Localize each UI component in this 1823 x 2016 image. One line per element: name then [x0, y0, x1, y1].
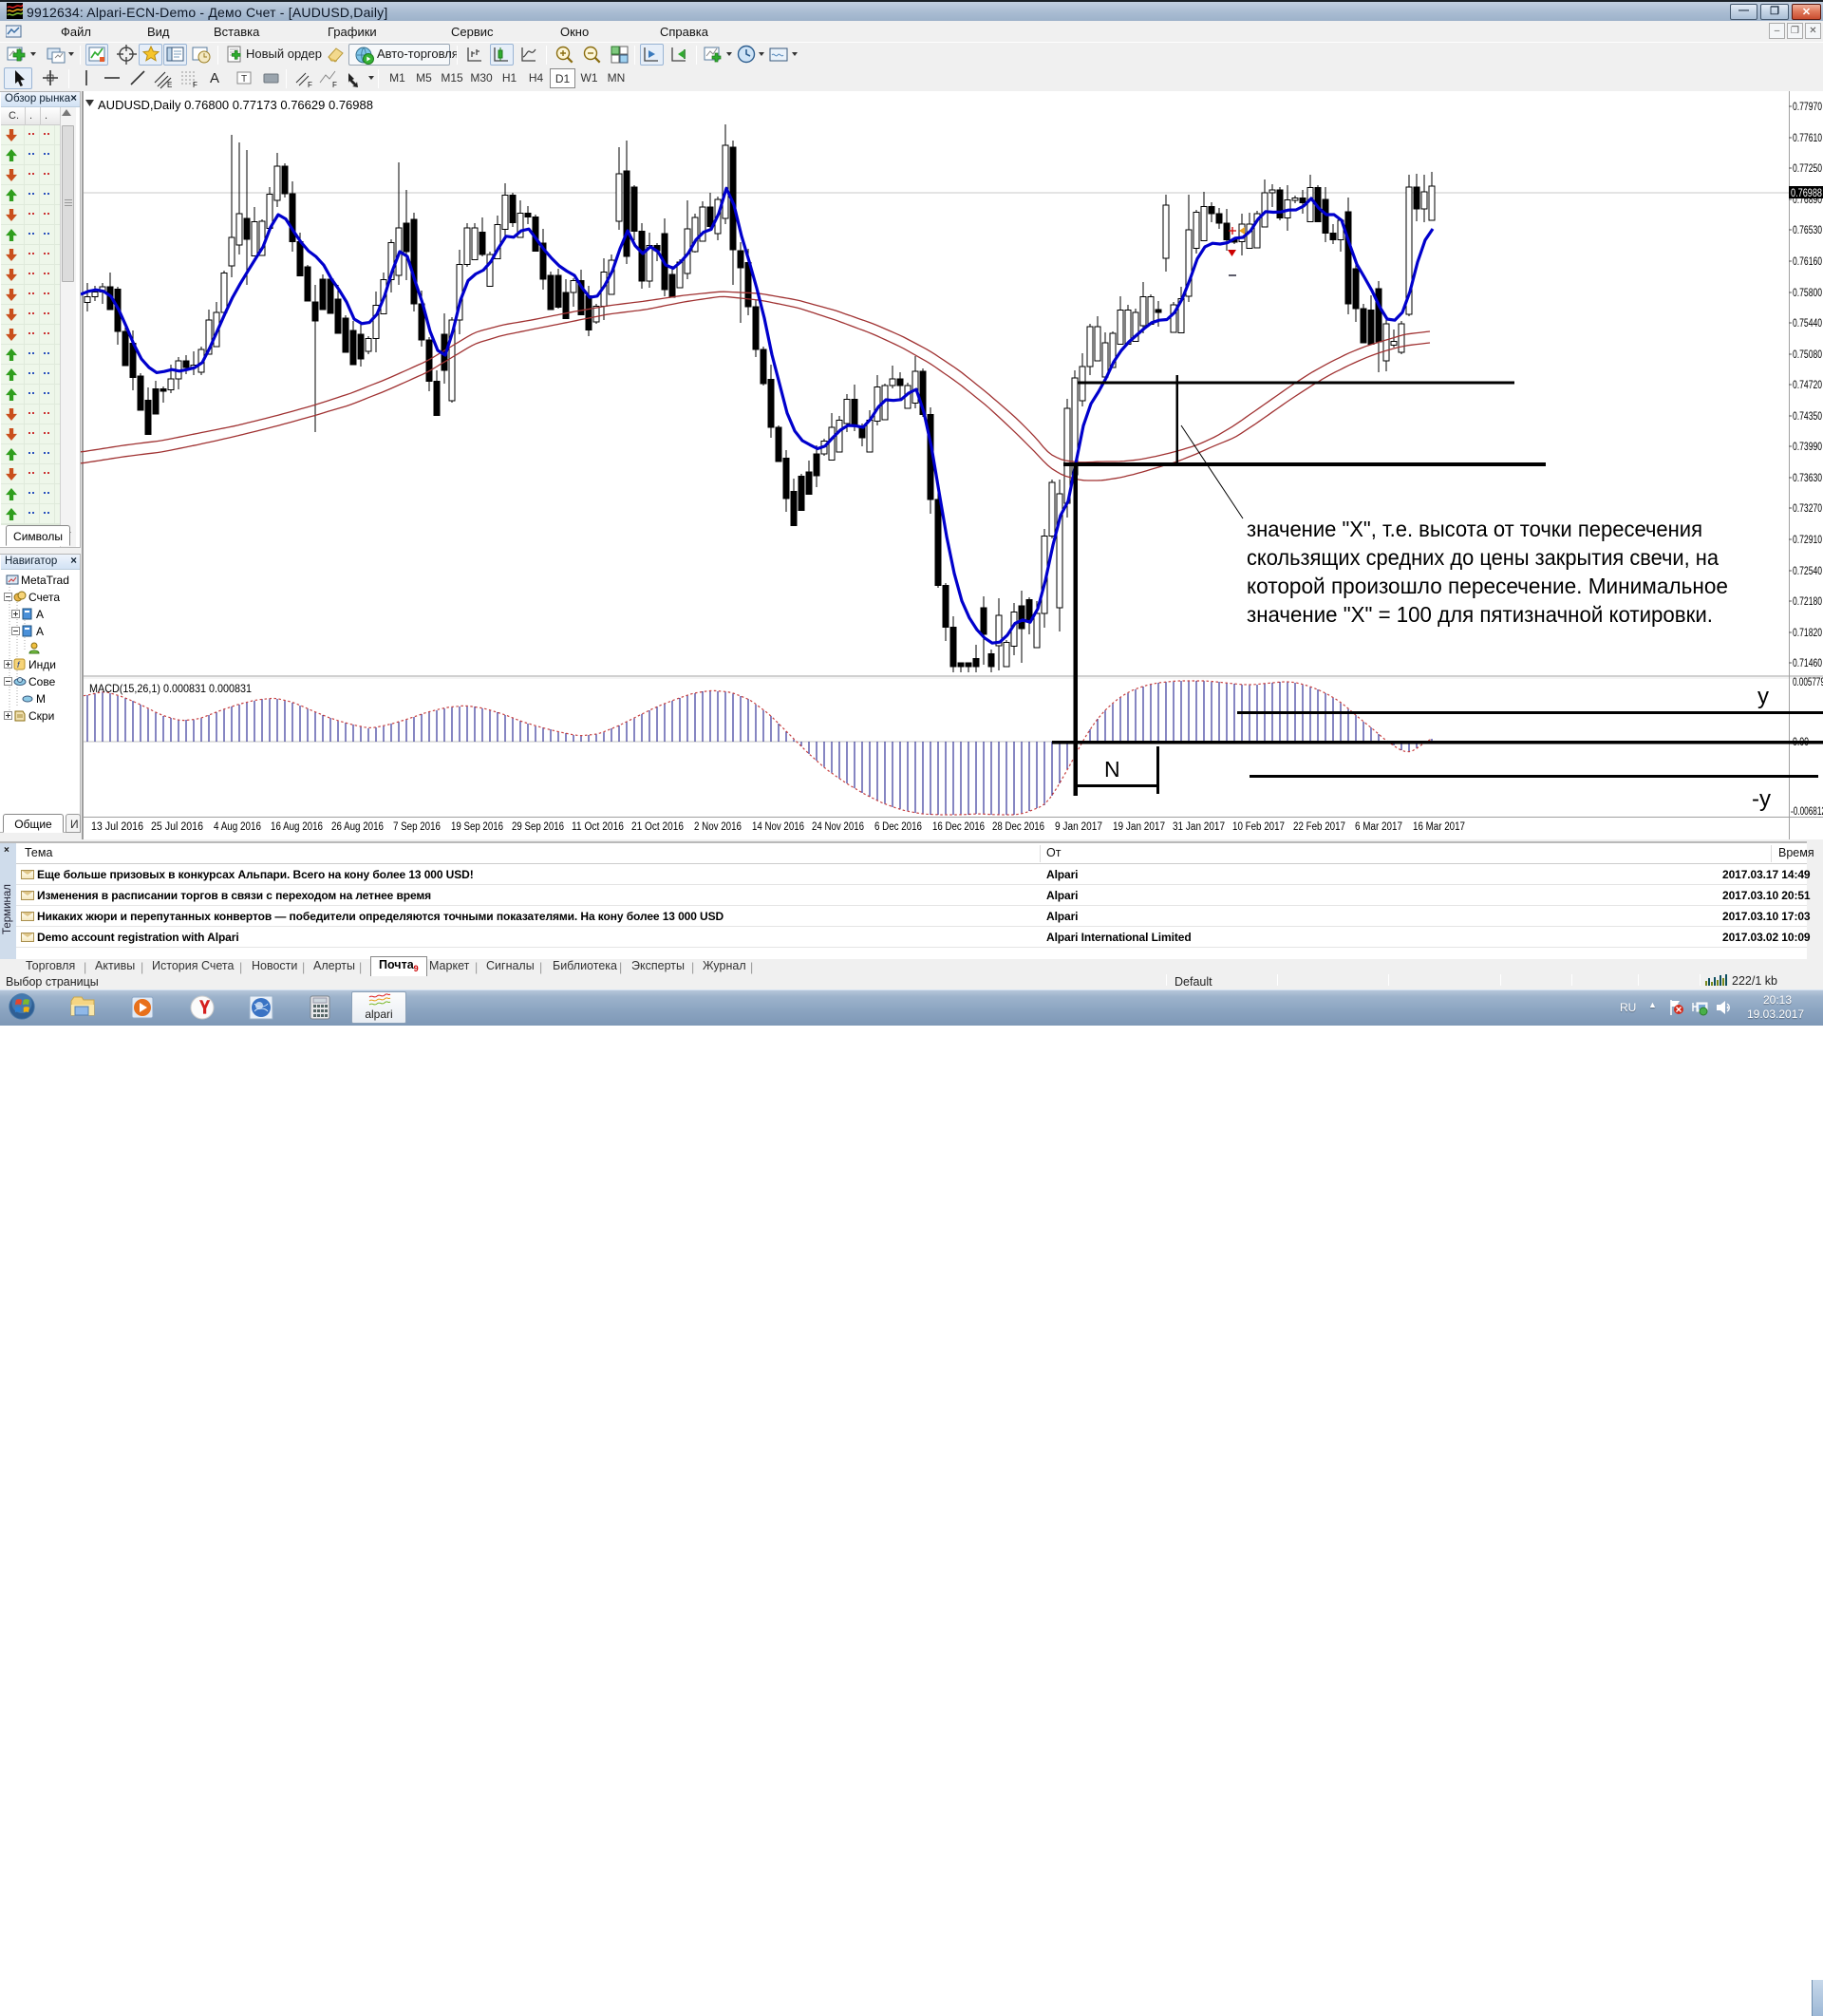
svg-text:0.71460: 0.71460	[1793, 658, 1822, 669]
svg-text:2 Nov 2016: 2 Nov 2016	[694, 821, 742, 833]
svg-text:0.76530: 0.76530	[1793, 225, 1822, 236]
svg-text:10 Feb 2017: 10 Feb 2017	[1232, 821, 1285, 833]
svg-text:0.76160: 0.76160	[1793, 256, 1822, 268]
svg-text:25 Jul 2016: 25 Jul 2016	[151, 821, 203, 833]
svg-text:у: у	[1757, 684, 1769, 709]
svg-text:0.74350: 0.74350	[1793, 411, 1822, 423]
svg-text:значение "X", т.е. высота от т: значение "X", т.е. высота от точки перес…	[1247, 517, 1702, 541]
svg-text:0.75080: 0.75080	[1793, 349, 1822, 361]
svg-text:0.73270: 0.73270	[1793, 503, 1822, 515]
svg-text:0.72180: 0.72180	[1793, 596, 1822, 608]
svg-text:28 Dec 2016: 28 Dec 2016	[992, 821, 1044, 833]
svg-text:0.72540: 0.72540	[1793, 566, 1822, 577]
svg-text:0.77970: 0.77970	[1793, 102, 1822, 113]
svg-text:0.75800: 0.75800	[1793, 288, 1822, 299]
svg-text:скользящих средних до цены зак: скользящих средних до цены закрытия свеч…	[1247, 545, 1719, 570]
svg-text:6 Mar 2017: 6 Mar 2017	[1355, 821, 1402, 833]
svg-text:0.77610: 0.77610	[1793, 133, 1822, 144]
svg-text:19 Sep 2016: 19 Sep 2016	[451, 821, 503, 833]
svg-text:29 Sep 2016: 29 Sep 2016	[512, 821, 564, 833]
svg-text:0.77250: 0.77250	[1793, 163, 1822, 175]
svg-text:-у: -у	[1752, 786, 1771, 812]
svg-text:N: N	[1104, 757, 1120, 782]
svg-text:26 Aug 2016: 26 Aug 2016	[331, 821, 384, 833]
svg-text:4 Aug 2016: 4 Aug 2016	[214, 821, 261, 833]
svg-text:0.71820: 0.71820	[1793, 628, 1822, 639]
svg-text:22 Feb 2017: 22 Feb 2017	[1293, 821, 1345, 833]
svg-text:31 Jan 2017: 31 Jan 2017	[1173, 821, 1225, 833]
svg-text:0.75440: 0.75440	[1793, 318, 1822, 330]
svg-text:9 Jan 2017: 9 Jan 2017	[1055, 821, 1102, 833]
svg-text:MACD(15,26,1) 0.000831 0.00083: MACD(15,26,1) 0.000831 0.000831	[89, 682, 252, 695]
svg-text:24 Nov 2016: 24 Nov 2016	[812, 821, 864, 833]
svg-text:0.00: 0.00	[1793, 737, 1809, 748]
svg-text:16 Aug 2016: 16 Aug 2016	[271, 821, 323, 833]
svg-text:0.74720: 0.74720	[1793, 380, 1822, 391]
svg-text:19 Jan 2017: 19 Jan 2017	[1113, 821, 1165, 833]
svg-text:которой произошло пересечение.: которой произошло пересечение. Минимальн…	[1247, 574, 1728, 598]
svg-text:значение "X" = 100 для пятизна: значение "X" = 100 для пятизначной котир…	[1247, 602, 1713, 627]
svg-text:6 Dec 2016: 6 Dec 2016	[874, 821, 922, 833]
svg-text:13 Jul 2016: 13 Jul 2016	[91, 821, 143, 833]
svg-text:11 Oct 2016: 11 Oct 2016	[572, 821, 624, 833]
svg-text:AUDUSD,Daily 0.76800 0.77173: AUDUSD,Daily 0.76800 0.77173 0.76629 0.7…	[98, 99, 373, 112]
svg-text:21 Oct 2016: 21 Oct 2016	[631, 821, 684, 833]
svg-text:0.73990: 0.73990	[1793, 442, 1822, 453]
svg-text:16 Dec 2016: 16 Dec 2016	[932, 821, 985, 833]
svg-text:14 Nov 2016: 14 Nov 2016	[752, 821, 804, 833]
svg-text:0.76988: 0.76988	[1791, 188, 1822, 199]
svg-text:7 Sep 2016: 7 Sep 2016	[393, 821, 441, 833]
svg-text:0.005779: 0.005779	[1793, 677, 1823, 688]
svg-text:0.73630: 0.73630	[1793, 473, 1822, 484]
svg-text:0.72910: 0.72910	[1793, 535, 1822, 546]
svg-text:-0.006812: -0.006812	[1791, 806, 1823, 818]
svg-text:16 Mar 2017: 16 Mar 2017	[1413, 821, 1465, 833]
